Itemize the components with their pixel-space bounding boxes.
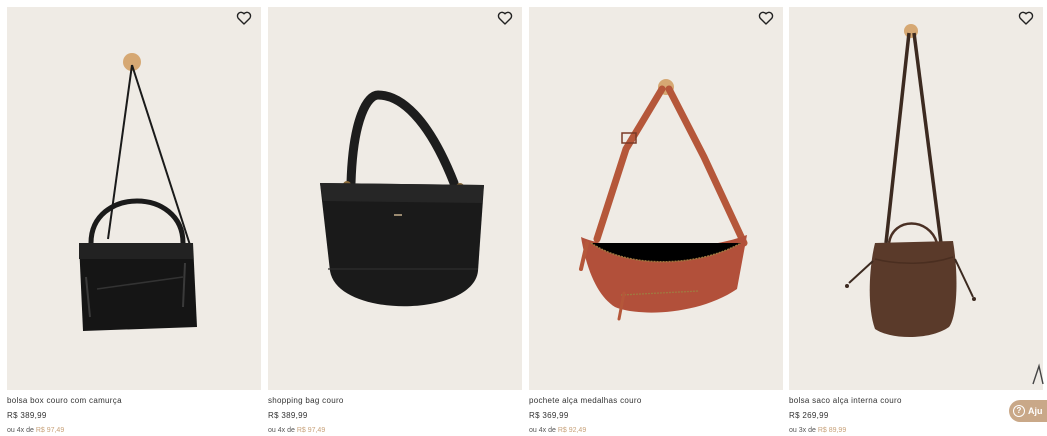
- bag-black-box-image: [7, 7, 261, 390]
- bag-shopping-black-image: [268, 7, 522, 390]
- favorite-heart-icon[interactable]: [1018, 10, 1034, 26]
- product-card[interactable]: bolsa saco alça interna couro R$ 269,99 …: [789, 7, 1043, 436]
- brand-watermark-icon: [1032, 363, 1044, 385]
- product-image[interactable]: [7, 7, 261, 390]
- bag-saco-brown-image: [789, 7, 1043, 390]
- product-grid: bolsa box couro com camurça R$ 389,99 ou…: [7, 7, 1047, 436]
- help-chat-button[interactable]: ? Aju: [1009, 400, 1047, 422]
- product-card[interactable]: pochete alça medalhas couro R$ 369,99 ou…: [529, 7, 783, 436]
- favorite-heart-icon[interactable]: [497, 10, 513, 26]
- product-name[interactable]: bolsa saco alça interna couro: [789, 396, 1043, 406]
- installment-value: R$ 97,49: [296, 427, 326, 434]
- product-price: R$ 269,99: [789, 411, 829, 420]
- question-circle-icon: ?: [1013, 405, 1025, 417]
- product-info: shopping bag couro R$ 389,99 ou 4x de R$…: [268, 396, 522, 435]
- installment-value: R$ 92,49: [557, 427, 587, 434]
- product-name[interactable]: shopping bag couro: [268, 396, 522, 406]
- product-info: bolsa box couro com camurça R$ 389,99 ou…: [7, 396, 261, 435]
- installment-text: ou 4x de R$ 97,49: [7, 426, 261, 435]
- product-image[interactable]: [268, 7, 522, 390]
- product-card[interactable]: bolsa box couro com camurça R$ 389,99 ou…: [7, 7, 261, 436]
- product-name[interactable]: bolsa box couro com camurça: [7, 396, 261, 406]
- installment-text: ou 4x de R$ 92,49: [529, 426, 783, 435]
- installment-prefix: ou 4x de: [268, 427, 295, 434]
- product-price: R$ 389,99: [7, 411, 47, 420]
- product-price: R$ 369,99: [529, 411, 569, 420]
- favorite-heart-icon[interactable]: [758, 10, 774, 26]
- product-card[interactable]: shopping bag couro R$ 389,99 ou 4x de R$…: [268, 7, 522, 436]
- installment-value: R$ 97,49: [35, 427, 65, 434]
- product-info: bolsa saco alça interna couro R$ 269,99 …: [789, 396, 1043, 435]
- installment-text: ou 4x de R$ 97,49: [268, 426, 522, 435]
- installment-prefix: ou 3x de: [789, 427, 816, 434]
- installment-prefix: ou 4x de: [7, 427, 34, 434]
- installment-prefix: ou 4x de: [529, 427, 556, 434]
- product-name[interactable]: pochete alça medalhas couro: [529, 396, 783, 406]
- product-image[interactable]: [529, 7, 783, 390]
- product-price: R$ 389,99: [268, 411, 308, 420]
- product-info: pochete alça medalhas couro R$ 369,99 ou…: [529, 396, 783, 435]
- product-image[interactable]: [789, 7, 1043, 390]
- installment-value: R$ 89,99: [817, 427, 847, 434]
- help-label: Aju: [1028, 406, 1043, 416]
- bag-pochete-terracotta-image: [529, 7, 783, 390]
- installment-text: ou 3x de R$ 89,99: [789, 426, 1043, 435]
- favorite-heart-icon[interactable]: [236, 10, 252, 26]
